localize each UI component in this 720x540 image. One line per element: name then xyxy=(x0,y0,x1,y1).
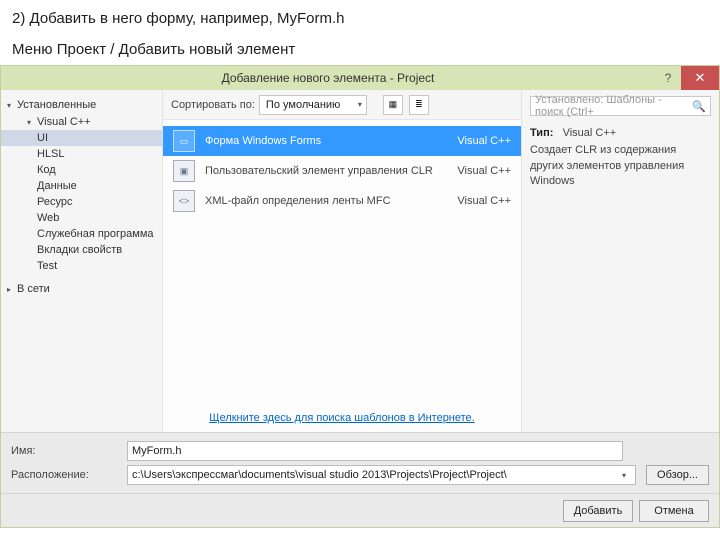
tree-leaf[interactable]: HLSL xyxy=(1,146,162,162)
name-label: Имя: xyxy=(11,445,121,457)
template-panel: Сортировать по: По умолчанию ▦ ≣ ▭ Форма … xyxy=(163,90,521,432)
template-row[interactable]: ▭ Форма Windows Forms Visual C++ xyxy=(163,126,521,156)
name-value: MyForm.h xyxy=(132,445,182,457)
search-placeholder: Установлено: Шаблоны - поиск (Ctrl+ xyxy=(535,94,692,118)
instruction-block: 2) Добавить в него форму, например, MyFo… xyxy=(0,0,720,65)
help-button[interactable]: ? xyxy=(655,67,681,89)
window-title: Добавление нового элемента - Project xyxy=(1,71,655,85)
instruction-line2: Меню Проект / Добавить новый элемент xyxy=(12,39,708,62)
titlebar: Добавление нового элемента - Project ? ✕ xyxy=(1,66,719,90)
type-prefix: Тип: xyxy=(530,127,553,139)
sort-label: Сортировать по: xyxy=(171,99,255,111)
tree-leaf[interactable]: Ресурс xyxy=(1,194,162,210)
instruction-line1: 2) Добавить в него форму, например, MyFo… xyxy=(12,8,708,31)
template-row[interactable]: ▣ Пользовательский элемент управления CLR… xyxy=(163,156,521,186)
tree-installed-label: Установленные xyxy=(17,99,96,111)
caret-down-icon: ▾ xyxy=(27,118,37,127)
name-input[interactable]: MyForm.h xyxy=(127,441,623,461)
sort-value: По умолчанию xyxy=(266,99,340,111)
template-row[interactable]: <> XML-файл определения ленты MFC Visual C… xyxy=(163,186,521,216)
chevron-down-icon[interactable]: ▾ xyxy=(617,471,631,480)
template-search-input[interactable]: Установлено: Шаблоны - поиск (Ctrl+ 🔍 xyxy=(530,96,711,116)
tree-leaf[interactable]: Web xyxy=(1,210,162,226)
usercontrol-icon: ▣ xyxy=(173,160,195,182)
search-icon: 🔍 xyxy=(692,100,706,113)
view-details[interactable]: ≣ xyxy=(409,95,429,115)
dialog-buttons: Добавить Отмена xyxy=(1,493,719,527)
type-value: Visual C++ xyxy=(563,127,617,139)
tree-leaf[interactable]: Test xyxy=(1,258,162,274)
sort-dropdown[interactable]: По умолчанию xyxy=(259,95,367,115)
template-language: Visual C++ xyxy=(457,135,511,147)
template-language: Visual C++ xyxy=(457,195,511,207)
template-description: Тип: Visual C++ Создает CLR из содержани… xyxy=(530,126,711,190)
online-templates-link-row: Щелкните здесь для поиска шаблонов в Инт… xyxy=(163,404,521,432)
template-toolbar: Сортировать по: По умолчанию ▦ ≣ xyxy=(163,90,521,120)
tree-leaf[interactable]: Код xyxy=(1,162,162,178)
ribbon-xml-icon: <> xyxy=(173,190,195,212)
tree-visual-cpp-label: Visual C++ xyxy=(37,116,91,128)
cancel-button[interactable]: Отмена xyxy=(639,500,709,522)
template-label: Форма Windows Forms xyxy=(205,135,447,147)
template-label: Пользовательский элемент управления CLR xyxy=(205,165,447,177)
add-new-item-dialog: Добавление нового элемента - Project ? ✕… xyxy=(0,65,720,528)
category-tree: ▾ Установленные ▾ Visual C++ UIHLSLКодДа… xyxy=(1,90,163,432)
caret-right-icon: ▸ xyxy=(7,285,17,294)
dialog-body: ▾ Установленные ▾ Visual C++ UIHLSLКодДа… xyxy=(1,90,719,432)
close-button[interactable]: ✕ xyxy=(681,66,719,90)
tree-online[interactable]: ▸ В сети xyxy=(1,280,162,298)
details-panel: Установлено: Шаблоны - поиск (Ctrl+ 🔍 Ти… xyxy=(521,90,719,432)
tree-leaf[interactable]: Данные xyxy=(1,178,162,194)
description-text: Создает CLR из содержания других элемент… xyxy=(530,143,711,189)
tree-installed[interactable]: ▾ Установленные xyxy=(1,96,162,114)
tree-online-label: В сети xyxy=(17,283,50,295)
name-location-form: Имя: MyForm.h Расположение: c:\Users\экс… xyxy=(1,432,719,493)
location-value: c:\Users\экспрессмаг\documents\visual st… xyxy=(132,469,617,481)
template-language: Visual C++ xyxy=(457,165,511,177)
caret-down-icon: ▾ xyxy=(7,101,17,110)
browse-button[interactable]: Обзор... xyxy=(646,465,709,485)
location-input[interactable]: c:\Users\экспрессмаг\documents\visual st… xyxy=(127,465,636,485)
tree-leaf[interactable]: UI xyxy=(1,130,162,146)
template-list: ▭ Форма Windows Forms Visual C++ ▣ Пользоват… xyxy=(163,120,521,404)
view-large-icons[interactable]: ▦ xyxy=(383,95,403,115)
tree-leaf[interactable]: Вкладки свойств xyxy=(1,242,162,258)
tree-leaf[interactable]: Служебная программа xyxy=(1,226,162,242)
template-label: XML-файл определения ленты MFC xyxy=(205,195,447,207)
add-button[interactable]: Добавить xyxy=(563,500,633,522)
tree-visual-cpp[interactable]: ▾ Visual C++ xyxy=(1,114,162,130)
location-label: Расположение: xyxy=(11,469,121,481)
winforms-icon: ▭ xyxy=(173,130,195,152)
online-templates-link[interactable]: Щелкните здесь для поиска шаблонов в Инт… xyxy=(209,412,474,424)
